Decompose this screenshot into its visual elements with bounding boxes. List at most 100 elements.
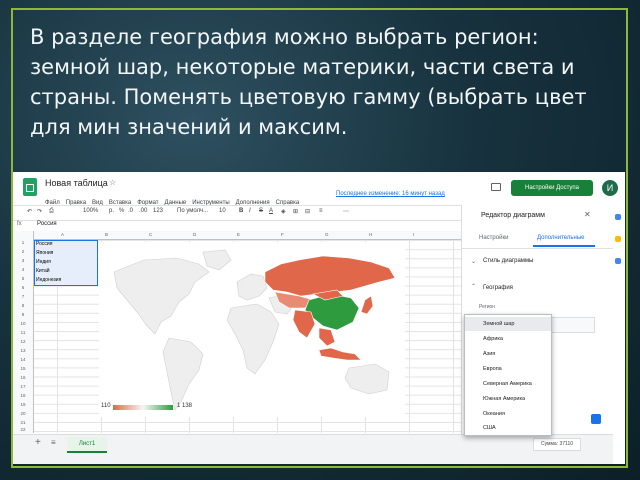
legend-min-label: 110	[101, 403, 111, 409]
column-header[interactable]: F	[281, 232, 284, 237]
chart-editor-title: Редактор диаграмм	[481, 212, 545, 219]
comment-icon[interactable]	[491, 183, 501, 191]
row-header[interactable]: 14	[15, 357, 31, 362]
chevron-up-icon[interactable]: ⌃	[471, 283, 476, 290]
row-header[interactable]: 12	[15, 339, 31, 344]
borders-icon[interactable]: ⊞	[293, 208, 298, 215]
font-select[interactable]: По умолч...	[177, 208, 208, 214]
row-header[interactable]: 5	[15, 276, 31, 281]
bold-icon[interactable]: B	[239, 208, 243, 214]
row-header[interactable]: 22	[15, 427, 31, 432]
region-option[interactable]: Африка	[465, 332, 551, 346]
row-header[interactable]: 17	[15, 384, 31, 389]
column-header[interactable]: H	[369, 232, 372, 237]
map-europe	[236, 273, 268, 301]
row-header[interactable]: 19	[15, 402, 31, 407]
map-southeast-asia	[318, 327, 336, 347]
decrease-decimal-button[interactable]: .0	[128, 208, 133, 214]
row-header[interactable]: 10	[15, 321, 31, 326]
map-africa	[226, 303, 280, 375]
merge-icon[interactable]: ⊟	[305, 208, 310, 215]
sheets-screenshot: Новая таблица ☆ Файл Правка Вид Вставка Форм…	[13, 172, 625, 464]
sheet-tab[interactable]: Лист1	[67, 437, 107, 453]
region-option[interactable]: Земной шар	[465, 317, 551, 331]
last-edit-link[interactable]: Последнее изменение: 16 минут назад	[336, 191, 445, 197]
cell-country[interactable]: Индия	[36, 259, 51, 265]
align-icon[interactable]: ≡	[319, 208, 323, 214]
row-header[interactable]: 4	[15, 267, 31, 272]
close-icon[interactable]: ✕	[584, 210, 591, 219]
cell-country[interactable]: Россия	[36, 241, 52, 247]
share-button[interactable]: Настройки Доступа	[511, 180, 593, 196]
region-option[interactable]: Европа	[465, 362, 551, 376]
section-chart-style[interactable]: Стиль диаграммы	[483, 258, 533, 264]
map-russia	[264, 255, 396, 297]
geo-chart[interactable]	[99, 242, 405, 417]
region-option[interactable]: США	[465, 421, 551, 435]
tab-setup[interactable]: Настройки	[479, 235, 508, 241]
row-header[interactable]: 1	[15, 240, 31, 245]
map-indonesia	[318, 347, 362, 361]
add-sheet-icon[interactable]: +	[35, 437, 41, 448]
tab-customize[interactable]: Дополнительные	[537, 235, 585, 241]
strikethrough-icon[interactable]: S	[259, 208, 263, 214]
formula-value[interactable]: Россия	[37, 221, 57, 227]
row-header[interactable]: 3	[15, 258, 31, 263]
avatar[interactable]: И	[602, 180, 618, 196]
region-option[interactable]: Азия	[465, 347, 551, 361]
panel-divider	[461, 248, 613, 249]
region-option[interactable]: Южная Америка	[465, 392, 551, 406]
all-sheets-icon[interactable]: ≡	[51, 438, 56, 447]
row-header[interactable]: 16	[15, 375, 31, 380]
cell-country[interactable]: Япония	[36, 250, 53, 256]
add-icon[interactable]	[591, 414, 601, 424]
cell-country[interactable]: Китай	[36, 268, 50, 274]
percent-button[interactable]: %	[119, 208, 124, 214]
italic-icon[interactable]: I	[249, 208, 251, 214]
undo-icon[interactable]: ↶	[27, 208, 32, 215]
document-title[interactable]: Новая таблица	[45, 178, 108, 188]
active-tab-indicator	[533, 245, 595, 247]
section-geo[interactable]: География	[483, 285, 513, 291]
column-header[interactable]: D	[193, 232, 196, 237]
font-size-select[interactable]: 10	[219, 208, 226, 214]
column-header[interactable]: C	[149, 232, 152, 237]
keep-icon[interactable]	[615, 236, 621, 242]
fill-color-icon[interactable]: ◈	[281, 208, 286, 215]
row-header[interactable]: 8	[15, 303, 31, 308]
star-icon[interactable]: ☆	[109, 178, 116, 187]
tasks-icon[interactable]	[615, 258, 621, 264]
region-dropdown: Земной шар Африка Азия Европа Северная А…	[464, 314, 552, 436]
chevron-down-icon[interactable]: ⌄	[471, 258, 476, 265]
column-header[interactable]: A	[61, 232, 64, 237]
column-header[interactable]: G	[325, 232, 329, 237]
calendar-icon[interactable]	[615, 214, 621, 220]
column-header[interactable]: B	[105, 232, 108, 237]
column-header[interactable]: E	[237, 232, 240, 237]
format-button[interactable]: 123	[153, 208, 163, 214]
row-header[interactable]: 9	[15, 312, 31, 317]
region-option[interactable]: Северная Америка	[465, 377, 551, 391]
row-header[interactable]: 20	[15, 411, 31, 416]
print-icon[interactable]: ⎙	[49, 208, 54, 215]
row-header[interactable]: 13	[15, 348, 31, 353]
map-australia	[344, 363, 390, 395]
zoom-select[interactable]: 100%	[83, 208, 98, 214]
row-header[interactable]: 7	[15, 294, 31, 299]
row-header[interactable]: 6	[15, 285, 31, 290]
row-header[interactable]: 2	[15, 249, 31, 254]
increase-decimal-button[interactable]: .00	[139, 208, 147, 214]
column-header[interactable]: I	[413, 232, 414, 237]
cell-country[interactable]: Индонезия	[36, 277, 61, 283]
sheets-logo-icon[interactable]	[23, 178, 37, 196]
row-header[interactable]: 21	[15, 420, 31, 425]
redo-icon[interactable]: ↷	[37, 208, 42, 215]
row-header[interactable]: 15	[15, 366, 31, 371]
sum-display[interactable]: Сумма: 37110	[533, 438, 581, 451]
currency-button[interactable]: р.	[109, 208, 114, 214]
region-option[interactable]: Океания	[465, 407, 551, 421]
row-header[interactable]: 18	[15, 393, 31, 398]
text-color-icon[interactable]: A	[269, 208, 273, 214]
row-header[interactable]: 11	[15, 330, 31, 335]
more-icon[interactable]: ⋯	[343, 208, 349, 215]
